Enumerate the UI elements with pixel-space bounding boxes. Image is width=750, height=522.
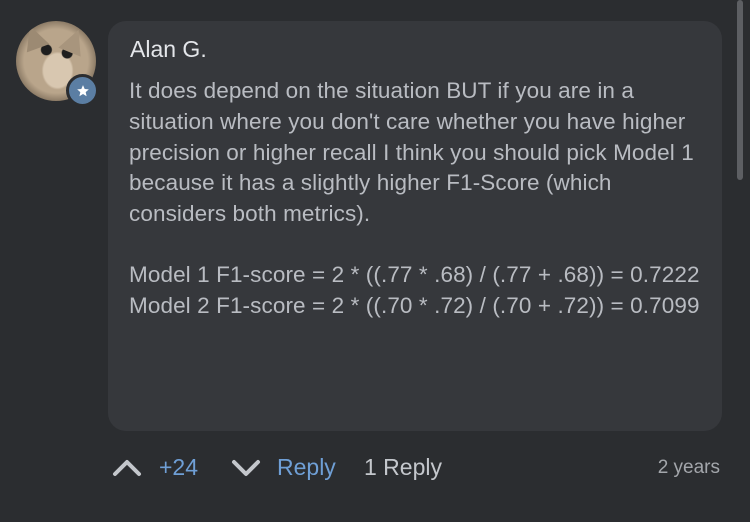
comment-paragraph: Model 2 F1-score = 2 * ((.70 * .72) / (.…: [129, 292, 700, 318]
comment-paragraph: It does depend on the situation BUT if y…: [129, 78, 694, 227]
avatar-ear: [18, 21, 50, 53]
vote-score: +24: [159, 454, 199, 480]
star-icon: [76, 84, 89, 96]
chevron-up-icon[interactable]: [111, 456, 143, 483]
comment-thread: Alan G. It does depend on the situation …: [0, 0, 750, 522]
chevron-down-icon[interactable]: [230, 456, 262, 483]
comment-actions: +24 Reply 1 Reply 2 years: [0, 448, 750, 492]
moderator-badge: [66, 74, 99, 107]
comment-author[interactable]: Alan G.: [130, 36, 207, 63]
comment-body: It does depend on the situation BUT if y…: [129, 76, 714, 322]
comment-paragraph: Model 1 F1-score = 2 * ((.77 * .68) / (.…: [129, 261, 700, 287]
scrollbar[interactable]: [737, 0, 743, 180]
comment-bubble: Alan G. It does depend on the situation …: [108, 21, 722, 431]
avatar-ear: [58, 25, 90, 57]
comment-timestamp: 2 years: [657, 457, 720, 478]
reply-button[interactable]: Reply: [277, 454, 336, 481]
view-replies-button[interactable]: 1 Reply: [364, 454, 442, 481]
